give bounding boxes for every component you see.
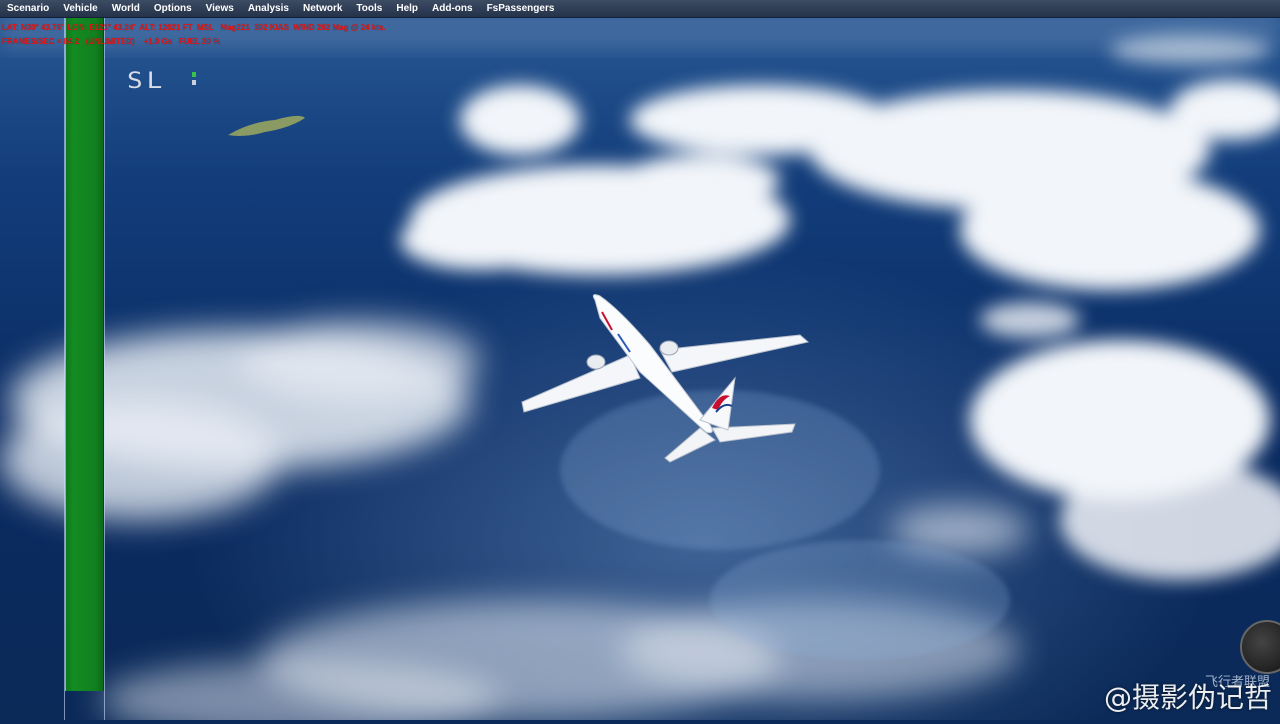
- menu-scenario[interactable]: Scenario: [0, 0, 56, 17]
- menu-world[interactable]: World: [105, 0, 147, 17]
- sl-indicator-dots: [192, 72, 196, 92]
- menu-addons[interactable]: Add-ons: [425, 0, 480, 17]
- simulator-view: [0, 0, 1280, 720]
- menu-views[interactable]: Views: [199, 0, 241, 17]
- menu-bar: Scenario Vehicle World Options Views Ana…: [0, 0, 1280, 18]
- menu-tools[interactable]: Tools: [349, 0, 389, 17]
- menu-help[interactable]: Help: [389, 0, 425, 17]
- hud-position-readout: LAT: N30° 43.76' LON: E121° 43.24' ALT: …: [2, 23, 386, 32]
- menu-analysis[interactable]: Analysis: [241, 0, 296, 17]
- hud-performance-readout: FRAMES/SEC = 84.2 (UNLIMITED) +1.0 Gs FU…: [2, 37, 220, 46]
- ocean-cloud-scenery: [0, 0, 1280, 720]
- green-level-bar: [65, 18, 104, 691]
- menu-vehicle[interactable]: Vehicle: [56, 0, 104, 17]
- menu-fspassengers[interactable]: FsPassengers: [480, 0, 562, 17]
- watermark-text: @摄影伪记哲: [1104, 676, 1272, 716]
- sl-indicator-label: SL: [127, 68, 166, 94]
- menu-network[interactable]: Network: [296, 0, 349, 17]
- menu-options[interactable]: Options: [147, 0, 199, 17]
